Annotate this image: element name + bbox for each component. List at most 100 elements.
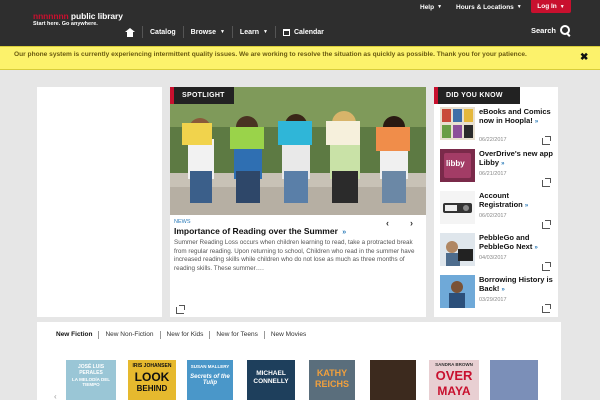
tab-new-for-teens[interactable]: New for Teens xyxy=(210,331,265,339)
hoopla-thumbnail xyxy=(440,107,475,140)
chevron-down-icon: ▼ xyxy=(437,4,443,10)
book-title: Secrets of the Tulip xyxy=(190,374,230,386)
item-title: Account Registration » xyxy=(479,191,554,210)
close-icon[interactable]: ✖ xyxy=(580,52,588,63)
login-label: Log In xyxy=(537,3,557,10)
nav-browse-label: Browse xyxy=(190,28,216,36)
logo-tagline: Start here. Go anywhere. xyxy=(33,21,98,27)
nav-calendar-label: Calendar xyxy=(293,28,324,36)
list-item[interactable]: Account Registration » 06/02/2017 xyxy=(440,191,554,234)
nav-browse[interactable]: Browse ▼ xyxy=(184,26,233,38)
nav-home[interactable] xyxy=(118,26,143,38)
news-tag[interactable]: NEWS xyxy=(174,219,191,225)
borrowing-history-thumbnail xyxy=(440,275,475,308)
item-title: PebbleGo and PebbleGo Next » xyxy=(479,233,554,252)
calendar-icon xyxy=(282,28,290,36)
chevron-right-icon: » xyxy=(501,286,505,293)
logo-library: public library xyxy=(70,11,123,21)
library-logo[interactable]: nnnnnnn public library Start here. Go an… xyxy=(33,12,123,28)
list-item[interactable]: libby OverDrive's new app Libby » 06/21/… xyxy=(440,149,554,192)
item-date: 06/21/2017 xyxy=(479,171,507,177)
book-cover[interactable]: KATHY REICHS xyxy=(309,360,355,400)
list-item[interactable]: PebbleGo and PebbleGo Next » 04/03/2017 xyxy=(440,233,554,276)
item-title: eBooks and Comics now in Hoopla! » xyxy=(479,107,554,126)
libby-logo-text: libby xyxy=(446,159,465,168)
book-author: REICHS xyxy=(314,379,349,389)
chevron-right-icon: » xyxy=(534,244,538,251)
chevron-left-icon[interactable]: ‹ xyxy=(54,392,57,400)
chevron-down-icon: ▼ xyxy=(559,3,565,10)
did-you-know-tab: DID YOU KNOW xyxy=(434,87,520,104)
item-title-text: OverDrive's new app Libby xyxy=(479,149,553,167)
chevron-right-icon: » xyxy=(534,118,539,125)
main-nav: Catalog Browse ▼ Learn ▼ Calendar xyxy=(118,24,331,40)
tab-new-non-fiction[interactable]: New Non-Fiction xyxy=(99,331,161,339)
logo-wordmark: nnnnnnn public library xyxy=(33,12,123,21)
did-you-know-panel: DID YOU KNOW eBooks and Comics now in Ho… xyxy=(434,87,558,317)
alert-message: Our phone system is currently experienci… xyxy=(14,51,527,58)
item-date: 06/22/2017 xyxy=(479,137,507,143)
login-button[interactable]: Log In ▼ xyxy=(531,0,571,13)
search-label: Search xyxy=(531,26,557,35)
share-icon[interactable] xyxy=(176,305,185,314)
share-icon[interactable] xyxy=(542,304,551,313)
book-author: SUSAN MALLERY xyxy=(190,364,230,369)
share-icon[interactable] xyxy=(542,262,551,271)
book-title: MAYA xyxy=(437,384,471,398)
item-title-text: eBooks and Comics now in Hoopla! xyxy=(479,107,551,125)
hours-label: Hours & Locations xyxy=(456,3,514,11)
book-cover[interactable]: IRIS JOHANSEN LOOK BEHIND xyxy=(128,360,176,400)
nav-learn[interactable]: Learn ▼ xyxy=(233,26,276,38)
spotlight-tab: SPOTLIGHT xyxy=(170,87,234,104)
tab-new-for-kids[interactable]: New for Kids xyxy=(161,331,211,339)
book-cover[interactable] xyxy=(490,360,538,400)
nav-catalog-label: Catalog xyxy=(150,28,176,36)
search-button[interactable]: Search xyxy=(531,25,571,36)
hours-locations-menu[interactable]: Hours & Locations ▼ xyxy=(456,0,522,14)
nav-calendar[interactable]: Calendar xyxy=(276,26,331,38)
list-item[interactable]: Borrowing History is Back! » 03/29/2017 xyxy=(440,275,554,318)
chevron-right-icon: » xyxy=(501,160,505,167)
item-title-text: Account Registration xyxy=(479,191,523,209)
new-items-carousel: New Fiction New Non-Fiction New for Kids… xyxy=(37,322,561,400)
book-cover[interactable]: SANDRA BROWN OVER MAYA xyxy=(429,360,479,400)
alert-banner: Our phone system is currently experienci… xyxy=(0,46,600,70)
book-title: OVER xyxy=(435,368,473,383)
pebblego-thumbnail xyxy=(440,233,475,266)
share-icon[interactable] xyxy=(542,220,551,229)
tab-new-fiction[interactable]: New Fiction xyxy=(56,331,100,339)
next-arrow-button[interactable]: › xyxy=(410,218,413,228)
book-cover[interactable]: MICHAEL CONNELLY xyxy=(247,360,295,400)
logo-brand: nnnnnnn xyxy=(33,11,69,21)
book-author: SANDRA BROWN xyxy=(435,362,473,367)
tab-new-movies[interactable]: New Movies xyxy=(265,331,312,339)
library-card-thumbnail xyxy=(440,191,475,224)
children-reading-photo xyxy=(170,87,426,215)
site-header: nnnnnnn public library Start here. Go an… xyxy=(0,0,600,46)
help-label: Help xyxy=(420,3,435,11)
item-date: 03/29/2017 xyxy=(479,297,507,303)
chevron-down-icon: ▼ xyxy=(262,29,268,35)
book-cover[interactable]: JOSÉ LUIS PERALES LA MELODÍA DEL TIEMPO xyxy=(66,360,116,400)
item-title: OverDrive's new app Libby » xyxy=(479,149,554,168)
book-author: IRIS JOHANSEN xyxy=(132,363,172,369)
book-cover[interactable]: SUSAN MALLERY Secrets of the Tulip xyxy=(187,360,233,400)
left-panel xyxy=(37,87,162,317)
item-date: 06/02/2017 xyxy=(479,213,507,219)
item-title-text: PebbleGo and PebbleGo Next xyxy=(479,233,533,251)
book-cover[interactable] xyxy=(370,360,416,400)
book-title: BEHIND xyxy=(136,384,168,393)
search-icon xyxy=(560,25,571,36)
spotlight-image[interactable] xyxy=(170,87,426,215)
book-author: MICHAEL xyxy=(256,370,286,377)
share-icon[interactable] xyxy=(542,178,551,187)
spotlight-title-text: Importance of Reading over the Summer xyxy=(174,226,338,236)
previous-arrow-button[interactable]: ‹ xyxy=(386,218,389,228)
list-item[interactable]: eBooks and Comics now in Hoopla! » 06/22… xyxy=(440,107,554,150)
help-menu[interactable]: Help ▼ xyxy=(420,0,442,14)
share-icon[interactable] xyxy=(542,136,551,145)
nav-catalog[interactable]: Catalog xyxy=(143,26,184,38)
chevron-down-icon: ▼ xyxy=(516,4,522,10)
nav-learn-label: Learn xyxy=(239,28,259,36)
spotlight-title[interactable]: Importance of Reading over the Summer » xyxy=(174,226,346,236)
